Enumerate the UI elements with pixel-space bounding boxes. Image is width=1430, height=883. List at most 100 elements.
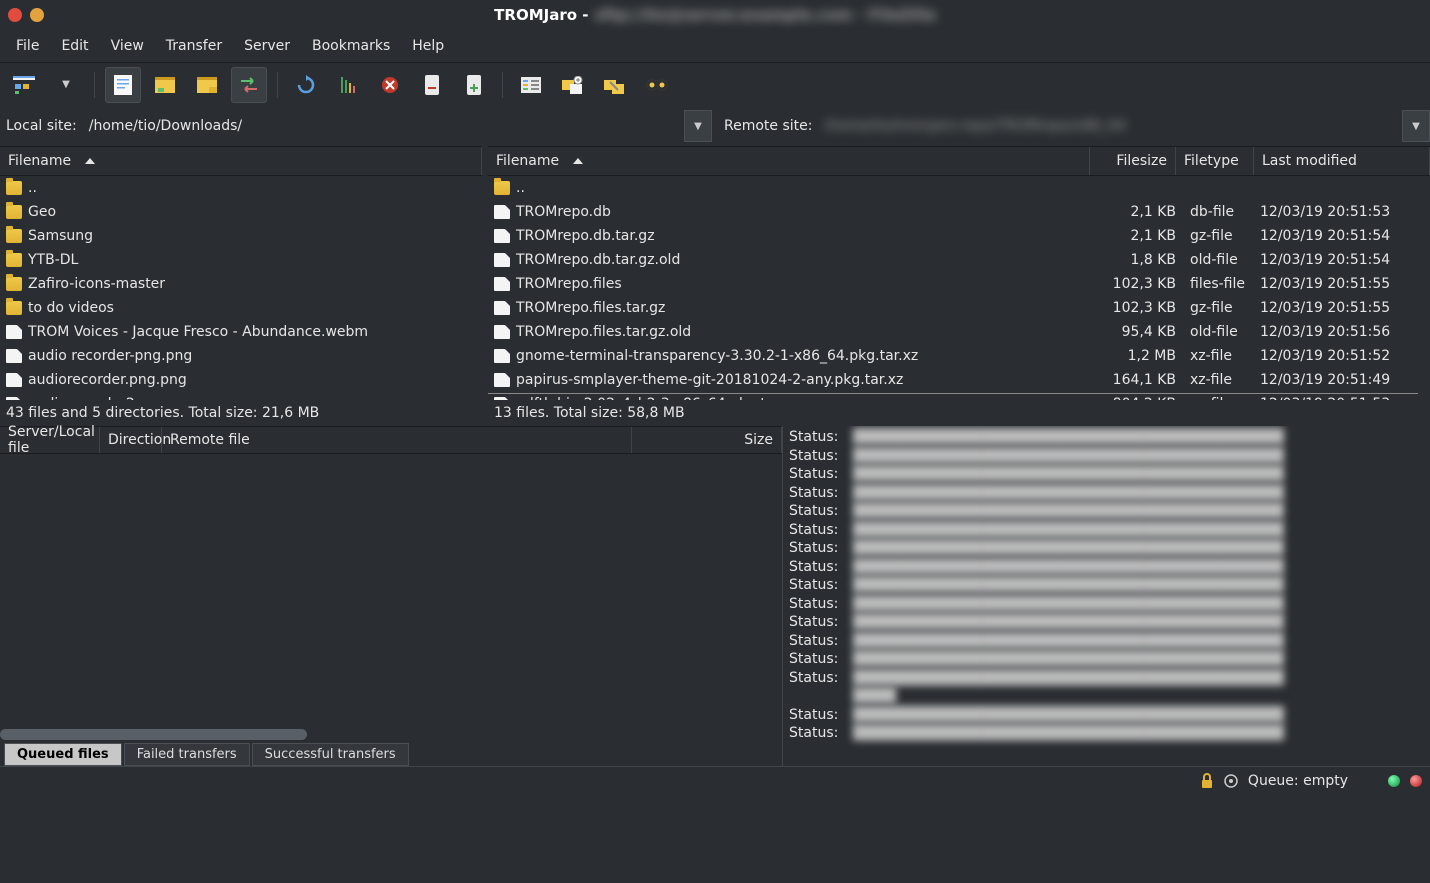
- filename-filter-button[interactable]: [513, 67, 549, 103]
- remote-file-list[interactable]: ..TROMrepo.db2,1 KBdb-file12/03/19 20:51…: [488, 176, 1430, 400]
- list-item[interactable]: Samsung: [0, 224, 482, 248]
- refresh-button[interactable]: [288, 67, 324, 103]
- log-status-label: Status:: [789, 576, 845, 595]
- local-site-input[interactable]: /home/tio/Downloads/: [83, 110, 684, 142]
- queue-status-label: Queue: empty: [1248, 773, 1348, 789]
- list-item[interactable]: audiorecorder.png.png: [0, 368, 482, 392]
- tab-successful-transfers[interactable]: Successful transfers: [252, 743, 409, 766]
- queue-h-scrollbar[interactable]: [0, 729, 768, 740]
- process-queue-button[interactable]: [330, 67, 366, 103]
- list-item[interactable]: gnome-terminal-transparency-3.30.2-1-x86…: [488, 344, 1430, 368]
- folder-icon: [6, 205, 22, 219]
- col-server-local[interactable]: Server/Local file: [0, 427, 100, 453]
- local-site-dropdown[interactable]: ▼: [684, 110, 712, 142]
- close-window-button[interactable]: [8, 8, 22, 22]
- col-filename[interactable]: Filename: [488, 147, 1090, 175]
- col-size[interactable]: Size: [632, 427, 782, 453]
- toggle-transfer-queue-button[interactable]: [231, 67, 267, 103]
- list-item[interactable]: audiorecorder2.png: [0, 392, 482, 400]
- menu-server[interactable]: Server: [234, 33, 300, 59]
- list-item[interactable]: papirus-smplayer-theme-git-20181024-2-an…: [488, 368, 1430, 392]
- log-message-blurred: ████████████████████████████████████████: [853, 595, 1203, 614]
- list-item[interactable]: ..: [0, 176, 482, 200]
- list-item[interactable]: TROMrepo.files.tar.gz102,3 KBgz-file12/0…: [488, 296, 1430, 320]
- filesize-label: 804,2 KB: [1098, 396, 1184, 400]
- log-status-label: Status:: [789, 595, 845, 614]
- sitemanager-dropdown[interactable]: ▼: [48, 67, 84, 103]
- directory-compare-button[interactable]: [555, 67, 591, 103]
- log-line: ████: [789, 687, 1424, 706]
- file-icon: [494, 325, 510, 339]
- tab-queued-files[interactable]: Queued files: [4, 743, 122, 766]
- menu-edit[interactable]: Edit: [51, 33, 98, 59]
- cancel-button[interactable]: [372, 67, 408, 103]
- list-item[interactable]: TROMrepo.db2,1 KBdb-file12/03/19 20:51:5…: [488, 200, 1430, 224]
- log-line: Status:█████████████████████████████████…: [789, 428, 1424, 447]
- disconnect-button[interactable]: [414, 67, 450, 103]
- log-status-label: Status:: [789, 706, 845, 725]
- sitemanager-button[interactable]: [6, 67, 42, 103]
- local-file-list[interactable]: ..Geo Samsung YTB-DLZafiro-icons-masterto …: [0, 176, 482, 400]
- modified-label: 12/03/19 20:51:52: [1254, 348, 1424, 364]
- list-item[interactable]: Zafiro-icons-master: [0, 272, 482, 296]
- col-remote-file[interactable]: Remote file: [162, 427, 632, 453]
- tab-failed-transfers[interactable]: Failed transfers: [124, 743, 250, 766]
- filename-label: TROM Voices - Jacque Fresco - Abundance.…: [28, 324, 476, 340]
- list-item[interactable]: YTB-DL: [0, 248, 482, 272]
- modified-label: 12/03/19 20:51:54: [1254, 228, 1424, 244]
- menu-file[interactable]: File: [6, 33, 49, 59]
- file-icon: [494, 397, 510, 400]
- col-direction[interactable]: Direction: [100, 427, 162, 453]
- find-files-button[interactable]: [639, 67, 675, 103]
- log-message-blurred: ████████████████████████████████████████: [853, 558, 1213, 577]
- log-line: Status:█████████████████████████████████…: [789, 669, 1424, 688]
- log-line: Status:█████████████████████████████████…: [789, 558, 1424, 577]
- log-message-blurred: ████████████████████████████████████████: [853, 428, 1093, 447]
- log-message-blurred: ████████████████████████████████████████: [853, 465, 1023, 484]
- log-status-label: Status:: [789, 465, 845, 484]
- list-item[interactable]: ..: [488, 176, 1430, 200]
- message-log[interactable]: Status:█████████████████████████████████…: [782, 426, 1430, 766]
- minimize-window-button[interactable]: [30, 8, 44, 22]
- toolbar: ▼: [0, 62, 1430, 106]
- log-status-label: Status:: [789, 484, 845, 503]
- local-file-header[interactable]: Filename: [0, 146, 482, 176]
- log-status-label: Status:: [789, 521, 845, 540]
- menu-transfer[interactable]: Transfer: [156, 33, 232, 59]
- menu-help[interactable]: Help: [402, 33, 454, 59]
- menu-bookmarks[interactable]: Bookmarks: [302, 33, 400, 59]
- file-icon: [6, 373, 22, 387]
- remote-site-dropdown[interactable]: ▼: [1402, 110, 1430, 142]
- list-item[interactable]: TROM Voices - Jacque Fresco - Abundance.…: [0, 320, 482, 344]
- remote-file-header[interactable]: Filename Filesize Filetype Last modified: [488, 146, 1430, 176]
- log-message-blurred: ████████████████████████████████████████: [853, 669, 1223, 688]
- remote-site-input[interactable]: /home/tio/tromjaro-repo/TROMrepo/x86_64: [818, 110, 1402, 142]
- list-item[interactable]: TROMrepo.files102,3 KBfiles-file12/03/19…: [488, 272, 1430, 296]
- list-item[interactable]: TROMrepo.db.tar.gz2,1 KBgz-file12/03/19 …: [488, 224, 1430, 248]
- list-item[interactable]: to do videos: [0, 296, 482, 320]
- list-item[interactable]: Geo: [0, 200, 482, 224]
- log-line: Status:█████████████████████████████████…: [789, 502, 1424, 521]
- col-filename[interactable]: Filename: [0, 147, 482, 175]
- log-status-label: Status:: [789, 650, 845, 669]
- menu-view[interactable]: View: [101, 33, 154, 59]
- list-item[interactable]: TROMrepo.db.tar.gz.old1,8 KBold-file12/0…: [488, 248, 1430, 272]
- modified-label: 12/03/19 20:51:54: [1254, 252, 1424, 268]
- list-item[interactable]: audio recorder-png.png: [0, 344, 482, 368]
- reconnect-button[interactable]: [456, 67, 492, 103]
- list-item[interactable]: TROMrepo.files.tar.gz.old95,4 KBold-file…: [488, 320, 1430, 344]
- queue-header[interactable]: Server/Local file Direction Remote file …: [0, 426, 782, 454]
- selection-highlight: [488, 393, 1418, 394]
- sync-browsing-button[interactable]: [597, 67, 633, 103]
- file-icon: [494, 205, 510, 219]
- toolbar-separator: [502, 72, 503, 98]
- toggle-local-tree-button[interactable]: [147, 67, 183, 103]
- queue-body[interactable]: [0, 454, 782, 740]
- filename-label: Samsung: [28, 228, 476, 244]
- col-lastmodified[interactable]: Last modified: [1254, 147, 1430, 175]
- toggle-remote-tree-button[interactable]: [189, 67, 225, 103]
- toggle-message-log-button[interactable]: [105, 67, 141, 103]
- titlebar: TROMJaro - sftp://tio@server.example.com…: [0, 0, 1430, 30]
- col-filesize[interactable]: Filesize: [1090, 147, 1176, 175]
- col-filetype[interactable]: Filetype: [1176, 147, 1254, 175]
